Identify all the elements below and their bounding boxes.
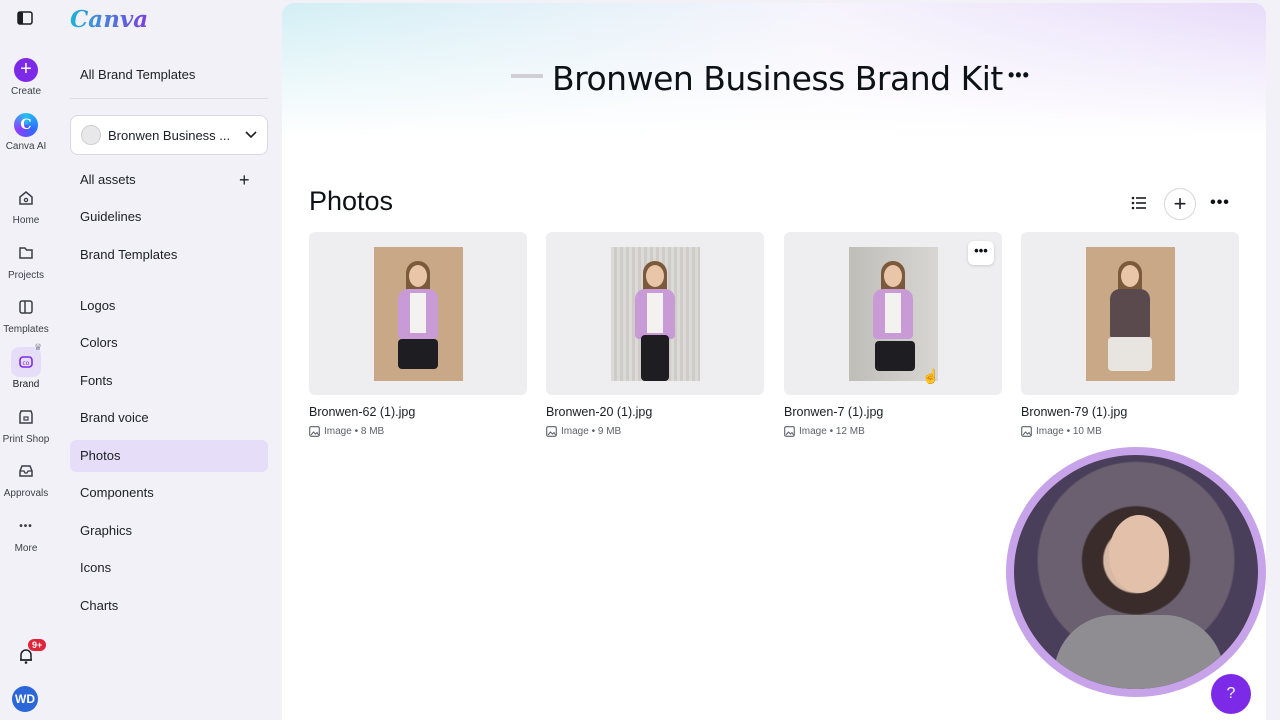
photo-name[interactable]: Bronwen-62 (1).jpg: [309, 405, 527, 419]
nav-charts[interactable]: Charts: [70, 590, 268, 622]
nav-colors[interactable]: Colors: [70, 327, 268, 359]
rail-canva-ai-label: Canva AI: [5, 141, 47, 152]
rail-home-label: Home: [12, 215, 40, 226]
all-brand-templates-link[interactable]: All Brand Templates: [70, 59, 268, 91]
nav-brand-voice[interactable]: Brand voice: [70, 402, 268, 434]
more-icon: •••: [19, 520, 33, 532]
photo-card[interactable]: ••• Bronwen-7 (1).jpg Image • 12 MB: [784, 232, 1002, 437]
image-icon: [1021, 426, 1032, 437]
chevron-down-icon: [245, 131, 257, 139]
home-icon: [11, 183, 41, 213]
photo-more-icon[interactable]: •••: [968, 241, 994, 265]
kit-more-icon[interactable]: •••: [1008, 65, 1030, 86]
print-shop-icon: [11, 402, 41, 432]
page-title: Bronwen Business Brand Kit: [552, 59, 1003, 98]
photo-name[interactable]: Bronwen-20 (1).jpg: [546, 405, 764, 419]
kit-logo-icon: [81, 125, 101, 145]
photo-image: [1085, 246, 1175, 381]
canva-logo[interactable]: Canva: [70, 6, 148, 33]
image-icon: [784, 426, 795, 437]
rail-brand-label: Brand: [12, 379, 40, 390]
add-photo-button[interactable]: +: [1164, 188, 1196, 220]
nav-graphics[interactable]: Graphics: [70, 515, 268, 547]
rail-projects[interactable]: Projects: [0, 238, 52, 281]
rail-brand[interactable]: ♛ co Brand: [0, 342, 52, 390]
brand-kit-select[interactable]: Bronwen Business ...: [70, 115, 268, 155]
rail-approvals[interactable]: Approvals: [0, 456, 52, 499]
section-title: Photos: [309, 186, 394, 216]
rail-more-label: More: [14, 543, 38, 554]
webcam-face: [1109, 515, 1169, 593]
photo-meta-text: Image • 9 MB: [561, 426, 622, 437]
photo-name[interactable]: Bronwen-7 (1).jpg: [784, 405, 1002, 419]
hand-cursor-icon: ☝: [922, 368, 940, 384]
photo-meta-text: Image • 8 MB: [324, 426, 385, 437]
image-icon: [309, 426, 320, 437]
kit-logo-mini: [511, 74, 543, 78]
photo-card[interactable]: Bronwen-79 (1).jpg Image • 10 MB: [1021, 232, 1239, 437]
divider: [70, 98, 268, 99]
templates-icon: [11, 292, 41, 322]
add-asset-icon[interactable]: +: [239, 170, 250, 191]
nav-fonts[interactable]: Fonts: [70, 365, 268, 397]
left-rail: + Create C Canva AI Home Projects Templa…: [0, 0, 52, 720]
kit-select-label: Bronwen Business ...: [108, 127, 231, 143]
rail-create[interactable]: + Create: [0, 58, 52, 97]
section-more-icon[interactable]: •••: [1208, 188, 1232, 218]
folder-icon: [11, 238, 41, 268]
rail-print-shop-label: Print Shop: [2, 434, 50, 445]
rail-templates-label: Templates: [3, 324, 49, 335]
nav-components[interactable]: Components: [70, 477, 268, 509]
rail-more[interactable]: ••• More: [0, 511, 52, 555]
rail-templates[interactable]: Templates: [0, 292, 52, 335]
avatar[interactable]: WD: [12, 686, 38, 712]
rail-print-shop[interactable]: Print Shop: [0, 402, 52, 445]
svg-text:co: co: [23, 360, 30, 367]
photo-thumbnail[interactable]: [546, 232, 764, 395]
photo-name[interactable]: Bronwen-79 (1).jpg: [1021, 405, 1239, 419]
photo-card[interactable]: Bronwen-20 (1).jpg Image • 9 MB: [546, 232, 764, 437]
photo-card[interactable]: Bronwen-62 (1).jpg Image • 8 MB: [309, 232, 527, 437]
photo-thumbnail[interactable]: •••: [784, 232, 1002, 395]
nav-logos[interactable]: Logos: [70, 290, 268, 322]
rail-create-label: Create: [10, 86, 41, 97]
photo-meta: Image • 8 MB: [309, 426, 527, 437]
photo-meta: Image • 10 MB: [1021, 426, 1239, 437]
photo-meta: Image • 12 MB: [784, 426, 1002, 437]
photo-thumbnail[interactable]: [309, 232, 527, 395]
photo-meta-text: Image • 10 MB: [1036, 426, 1102, 437]
rail-canva-ai[interactable]: C Canva AI: [0, 113, 52, 152]
photo-meta: Image • 9 MB: [546, 426, 764, 437]
rail-home[interactable]: Home: [0, 183, 52, 226]
image-icon: [546, 426, 557, 437]
canva-ai-icon: C: [14, 113, 38, 137]
photo-thumbnail[interactable]: [1021, 232, 1239, 395]
list-view-icon[interactable]: [1127, 188, 1151, 218]
notification-badge: 9+: [28, 639, 47, 651]
brand-panel: Canva All Brand Templates Bronwen Busine…: [52, 0, 280, 720]
webcam-person: [1054, 615, 1224, 689]
crown-icon: ♛: [34, 342, 43, 352]
nav-brand-templates[interactable]: Brand Templates: [70, 239, 268, 271]
rail-approvals-label: Approvals: [3, 488, 49, 499]
rail-projects-label: Projects: [7, 270, 45, 281]
photo-image: [373, 246, 463, 381]
nav-guidelines[interactable]: Guidelines: [70, 201, 268, 233]
photo-meta-text: Image • 12 MB: [799, 426, 865, 437]
photo-image: [848, 246, 938, 381]
help-button[interactable]: ?: [1211, 674, 1251, 714]
photo-image: [610, 246, 700, 381]
plus-icon: +: [14, 58, 38, 82]
nav-photos[interactable]: Photos: [70, 440, 268, 472]
nav-icons[interactable]: Icons: [70, 552, 268, 584]
webcam-overlay: [1006, 447, 1266, 697]
approvals-icon: [11, 456, 41, 486]
sidebar-toggle-icon[interactable]: [17, 11, 33, 25]
